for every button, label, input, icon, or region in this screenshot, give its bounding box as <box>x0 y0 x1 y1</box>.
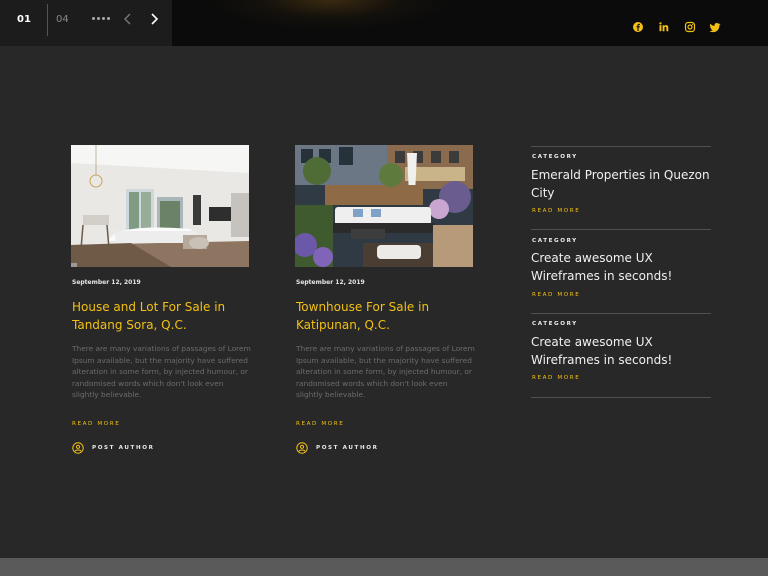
property-photo-terrace[interactable] <box>293 145 473 267</box>
property-card[interactable]: September 12, 2019 Townhouse For Sale in… <box>293 145 475 454</box>
slide-total: 04 <box>56 14 69 25</box>
post-author[interactable]: POST AUTHOR <box>72 442 155 454</box>
read-more-link[interactable]: READ MORE <box>532 292 580 298</box>
linkedin-icon[interactable] <box>658 21 670 33</box>
slide-dot[interactable] <box>97 17 100 20</box>
divider <box>531 397 711 398</box>
post-title[interactable]: House and Lot For Sale in Tandang Sora, … <box>72 298 252 334</box>
slide-dot[interactable] <box>92 17 95 20</box>
read-more-link[interactable]: READ MORE <box>532 375 580 381</box>
footer-bar <box>0 558 768 576</box>
read-more-link[interactable]: READ MORE <box>532 208 580 214</box>
next-arrow-icon[interactable] <box>147 11 161 27</box>
post-excerpt: There are many variations of passages of… <box>296 344 475 399</box>
property-card[interactable]: September 12, 2019 House and Lot For Sal… <box>71 145 251 454</box>
prev-arrow-icon[interactable] <box>121 11 135 27</box>
post-category[interactable]: CATEGORY <box>532 154 578 160</box>
hero-strip: 01 04 <box>0 0 768 46</box>
read-more-link[interactable]: READ MORE <box>296 421 344 427</box>
side-post-title[interactable]: Emerald Properties in Quezon City <box>531 167 713 202</box>
side-post-title[interactable]: Create awesome UX Wireframes in seconds! <box>531 334 713 369</box>
slider-controls: 01 04 <box>0 0 172 46</box>
post-category[interactable]: CATEGORY <box>532 238 578 244</box>
post-date: September 12, 2019 <box>72 279 141 286</box>
side-post-title[interactable]: Create awesome UX Wireframes in seconds! <box>531 250 713 285</box>
divider <box>531 313 711 314</box>
user-icon <box>296 442 308 454</box>
author-name: POST AUTHOR <box>92 445 155 451</box>
twitter-icon[interactable] <box>709 21 721 33</box>
post-author[interactable]: POST AUTHOR <box>296 442 379 454</box>
user-icon <box>72 442 84 454</box>
slide-dots[interactable] <box>92 17 110 20</box>
slide-dot[interactable] <box>102 17 105 20</box>
author-name: POST AUTHOR <box>316 445 379 451</box>
post-title[interactable]: Townhouse For Sale in Katipunan, Q.C. <box>296 298 476 334</box>
divider <box>531 146 711 147</box>
facebook-icon[interactable] <box>632 21 644 33</box>
divider <box>531 229 711 230</box>
property-photo-interior[interactable] <box>71 145 249 267</box>
post-date: September 12, 2019 <box>296 279 365 286</box>
slide-current: 01 <box>17 14 31 25</box>
post-category[interactable]: CATEGORY <box>532 321 578 327</box>
instagram-icon[interactable] <box>684 21 696 33</box>
slide-dot[interactable] <box>107 17 110 20</box>
post-excerpt: There are many variations of passages of… <box>72 344 251 399</box>
slide-divider <box>47 4 48 36</box>
read-more-link[interactable]: READ MORE <box>72 421 120 427</box>
